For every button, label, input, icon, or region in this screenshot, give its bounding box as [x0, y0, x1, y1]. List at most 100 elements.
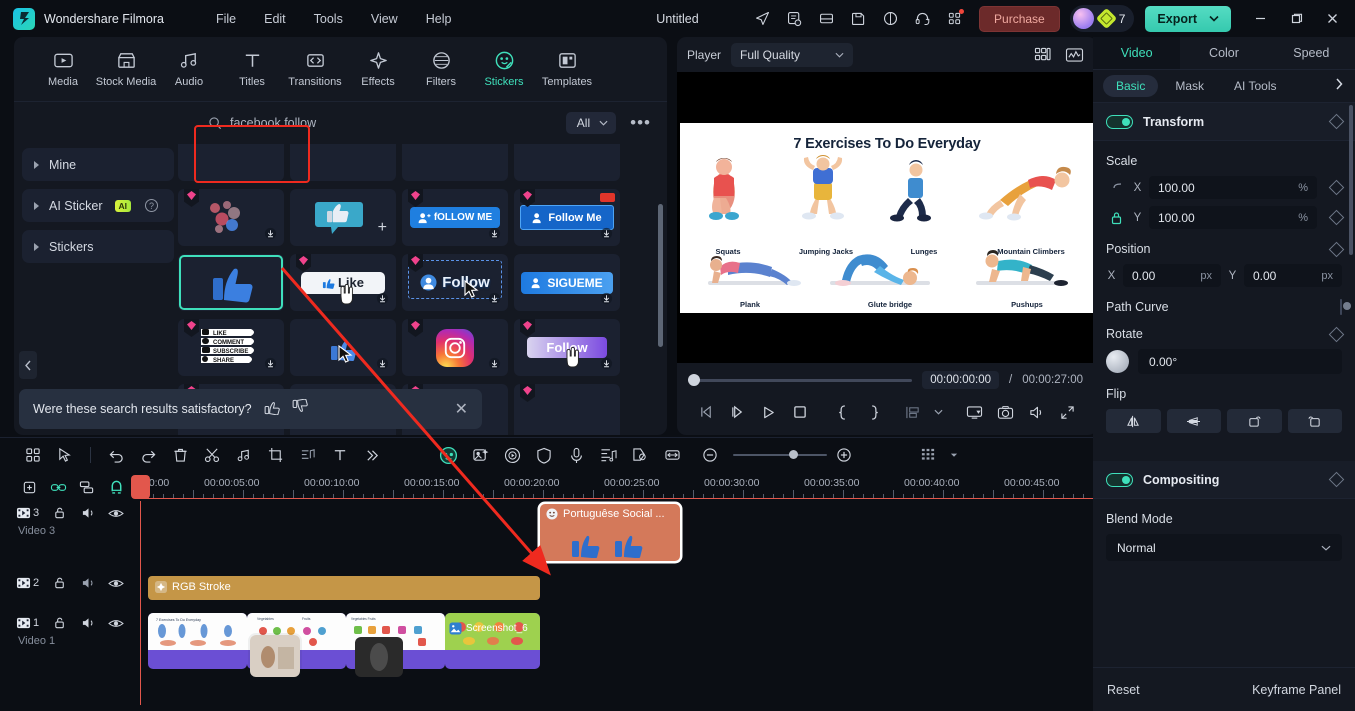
redo-icon[interactable]: [133, 442, 163, 468]
sticker-timeline-clip[interactable]: Portuguêse Social ...: [540, 504, 680, 561]
compositing-keyframe-icon[interactable]: [1328, 471, 1345, 488]
download-icon[interactable]: [487, 356, 502, 371]
help-icon[interactable]: ?: [145, 199, 158, 212]
subtab-mask[interactable]: Mask: [1162, 75, 1217, 97]
timeline-ruler[interactable]: 00:00 00:00:05:00 00:00:10:00 00:00:15:0…: [140, 473, 1093, 501]
rotate-keyframe-icon[interactable]: [1328, 326, 1345, 342]
properties-scrollbar[interactable]: [1349, 105, 1353, 255]
text-icon[interactable]: [325, 442, 355, 468]
scale-y-input[interactable]: 100.00 %: [1149, 206, 1317, 229]
sticker-follow-me-youtube[interactable]: Follow Me: [514, 189, 620, 246]
position-x-input[interactable]: 0.00 px: [1123, 264, 1221, 287]
search-box[interactable]: [208, 116, 566, 130]
tab-titles[interactable]: Titles: [221, 45, 283, 93]
scale-y-keyframe-icon[interactable]: [1328, 209, 1345, 226]
minimize-button[interactable]: [1243, 4, 1277, 34]
scale-x-input[interactable]: 100.00 %: [1149, 176, 1317, 199]
eye-icon[interactable]: [102, 572, 130, 594]
rotate-dial[interactable]: [1106, 350, 1129, 373]
track-manager-icon[interactable]: [913, 442, 943, 468]
rotate-input[interactable]: 0.00°: [1138, 349, 1342, 374]
speaker-icon[interactable]: [74, 612, 102, 634]
close-toast-button[interactable]: ✕: [455, 399, 468, 419]
fullscreen-icon[interactable]: [1052, 398, 1083, 426]
sticker-big-thumbs-up[interactable]: [178, 254, 284, 311]
preview-stage[interactable]: 7 Exercises To Do Everyday Squats Jumpin…: [677, 72, 1097, 363]
split-screen-icon[interactable]: [811, 4, 841, 34]
reset-button[interactable]: Reset: [1107, 683, 1140, 697]
link-icon[interactable]: [45, 476, 71, 498]
sticker-cell[interactable]: [178, 144, 284, 181]
eye-icon[interactable]: [102, 502, 130, 524]
tab-stickers[interactable]: Stickers: [473, 45, 535, 93]
tab-stock-media[interactable]: Stock Media: [95, 45, 157, 93]
position-keyframe-icon[interactable]: [1328, 241, 1345, 257]
grid-view-icon[interactable]: [18, 442, 48, 468]
sticker-sigueme-badge[interactable]: SIGUEME: [514, 254, 620, 311]
play-icon[interactable]: [753, 398, 784, 426]
chevron-down-icon[interactable]: [945, 442, 963, 468]
tab-transitions[interactable]: Transitions: [284, 45, 346, 93]
video-clip-1[interactable]: 7 Exercises To Do Everyday: [148, 613, 247, 669]
zoom-out-icon[interactable]: [695, 442, 725, 468]
tab-effects[interactable]: Effects: [347, 45, 409, 93]
purchase-button[interactable]: Purchase: [979, 5, 1060, 32]
unlock-icon[interactable]: [46, 502, 74, 524]
timeline-zoom-slider[interactable]: [733, 450, 827, 459]
more-options-button[interactable]: •••: [630, 113, 651, 133]
voiceover-icon[interactable]: [561, 442, 591, 468]
download-icon[interactable]: [375, 356, 390, 371]
unlock-icon[interactable]: [46, 572, 74, 594]
thumbs-down-icon[interactable]: [292, 398, 308, 420]
keyframe-panel-button[interactable]: Keyframe Panel: [1252, 683, 1341, 697]
search-input[interactable]: [230, 116, 530, 130]
speaker-muted-icon[interactable]: [74, 572, 102, 594]
scale-x-keyframe-icon[interactable]: [1328, 179, 1345, 196]
zoom-slider-knob[interactable]: [789, 450, 798, 459]
download-icon[interactable]: [375, 291, 390, 306]
scale-link-lock[interactable]: [1106, 182, 1126, 193]
maximize-button[interactable]: [1279, 4, 1313, 34]
stop-icon[interactable]: [784, 398, 815, 426]
render-preview-icon[interactable]: [779, 4, 809, 34]
position-y-input[interactable]: 0.00 px: [1244, 264, 1342, 287]
flip-vertical-icon[interactable]: [1166, 409, 1221, 433]
mark-in-icon[interactable]: [827, 398, 858, 426]
sticker-cell[interactable]: [290, 144, 396, 181]
magnet-icon[interactable]: [103, 476, 129, 498]
keyframe-add-icon[interactable]: [897, 398, 928, 426]
sticker-thumbs-up-flat[interactable]: [290, 319, 396, 376]
track-body-1[interactable]: 7 Exercises To Do Everyday Vegetables Fru…: [140, 611, 1093, 681]
scale-lock-icon[interactable]: [1106, 211, 1126, 225]
marker-icon[interactable]: [625, 442, 655, 468]
tab-audio[interactable]: Audio: [158, 45, 220, 93]
close-button[interactable]: [1315, 4, 1349, 34]
effect-timeline-clip[interactable]: RGB Stroke: [148, 576, 540, 600]
menu-view[interactable]: View: [357, 8, 412, 30]
category-stickers[interactable]: Stickers: [22, 230, 174, 263]
path-curve-toggle[interactable]: [1340, 299, 1342, 315]
mark-out-icon[interactable]: [858, 398, 889, 426]
sticker-follow-blue-badge[interactable]: Follow: [402, 254, 508, 311]
filter-all-dropdown[interactable]: All: [565, 112, 617, 134]
credits-widget[interactable]: 7: [1069, 5, 1135, 32]
prev-frame-icon[interactable]: [691, 398, 722, 426]
screen-mode-icon[interactable]: [959, 398, 990, 426]
transform-toggle[interactable]: [1106, 114, 1133, 129]
download-icon[interactable]: [599, 226, 614, 241]
flip-horizontal-icon[interactable]: [1106, 409, 1161, 433]
video-clip-4[interactable]: Screenshot_6: [445, 613, 540, 669]
crop-icon[interactable]: [261, 442, 291, 468]
send-icon[interactable]: [747, 4, 777, 34]
chevron-down-icon[interactable]: [928, 398, 949, 426]
next-frame-icon[interactable]: [722, 398, 753, 426]
snapshot-icon[interactable]: [990, 398, 1021, 426]
playback-progress-bar[interactable]: [688, 374, 913, 386]
speed-icon[interactable]: [497, 442, 527, 468]
zoom-in-icon[interactable]: [829, 442, 859, 468]
sticker-thumbs-up-bubble[interactable]: +: [290, 189, 396, 246]
undo-icon[interactable]: [101, 442, 131, 468]
speed-ramp-icon[interactable]: [875, 4, 905, 34]
track-body-3[interactable]: Portuguêse Social ...: [140, 501, 1093, 571]
select-tool-icon[interactable]: [50, 442, 80, 468]
